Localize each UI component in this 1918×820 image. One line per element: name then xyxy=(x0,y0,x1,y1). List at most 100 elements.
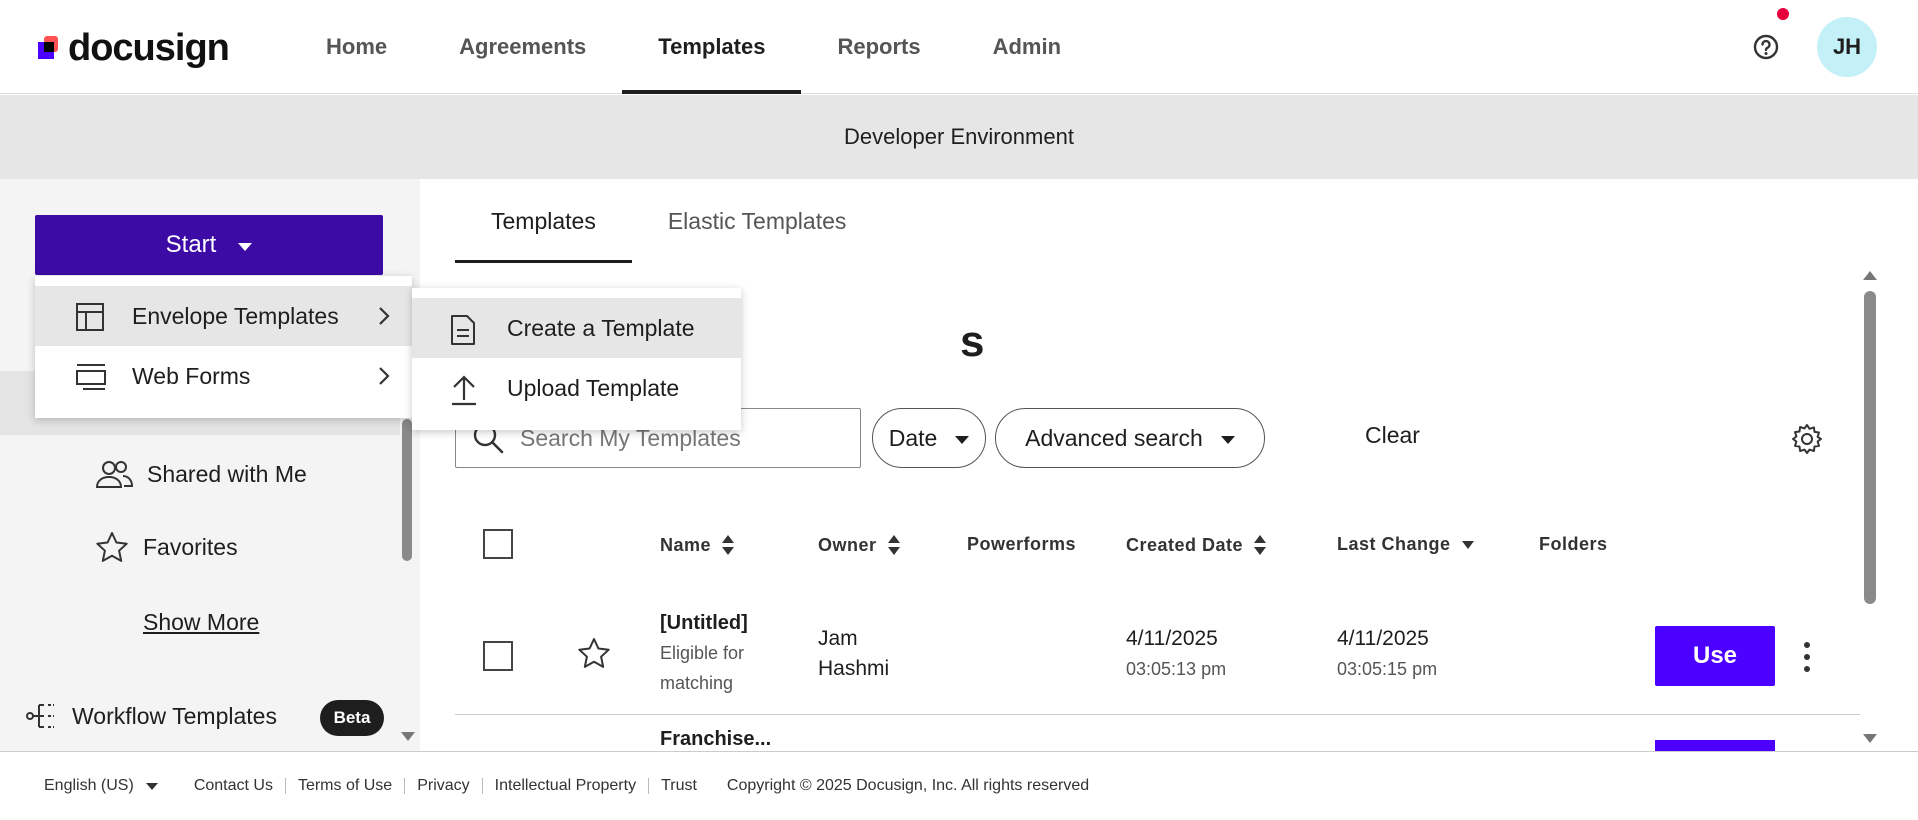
star-icon xyxy=(96,532,128,562)
main-content: Templates Elastic Templates s Date Advan… xyxy=(420,179,1918,760)
users-icon xyxy=(95,461,133,488)
copyright: Copyright © 2025 Docusign, Inc. All righ… xyxy=(726,777,1090,794)
docusign-logo-icon xyxy=(38,35,58,59)
column-header-label: Owner xyxy=(818,534,877,555)
start-button[interactable]: Start xyxy=(35,215,383,275)
created-date: 4/11/2025 xyxy=(1126,627,1218,650)
template-status-line1: Eligible for xyxy=(660,643,745,663)
tab-templates[interactable]: Templates xyxy=(455,179,632,263)
nav-home[interactable]: Home xyxy=(290,0,423,94)
workflow-icon xyxy=(26,704,54,728)
envelope-templates-submenu: Create a Template Upload Template xyxy=(412,288,741,430)
notification-dot xyxy=(1777,8,1789,20)
menu-item-create-template[interactable]: Create a Template xyxy=(412,298,741,358)
menu-item-label: Create a Template xyxy=(507,314,695,341)
template-status-line2: matching xyxy=(660,673,734,693)
user-avatar[interactable]: JH xyxy=(1817,17,1877,77)
menu-item-label: Web Forms xyxy=(132,362,251,389)
chevron-right-icon xyxy=(379,307,390,325)
caret-down-icon xyxy=(145,782,158,790)
start-menu: Envelope Templates Web Forms xyxy=(35,276,412,418)
menu-item-envelope-templates[interactable]: Envelope Templates xyxy=(35,286,412,346)
footer-link-terms[interactable]: Terms of Use xyxy=(286,778,406,794)
nav-agreements[interactable]: Agreements xyxy=(423,0,622,94)
menu-item-upload-template[interactable]: Upload Template xyxy=(412,358,741,418)
column-header-label: Powerforms xyxy=(967,534,1077,554)
menu-item-label: Envelope Templates xyxy=(132,302,339,329)
owner-first: Jam xyxy=(818,627,858,650)
sort-icon xyxy=(887,535,900,555)
sidebar-item-favorites[interactable]: Favorites xyxy=(95,531,238,563)
footer: English (US) Contact Us Terms of Use Pri… xyxy=(0,751,1918,820)
top-bar: docusign Home Agreements Templates Repor… xyxy=(0,0,1918,94)
sort-icon xyxy=(1254,535,1267,555)
column-header-label: Folders xyxy=(1539,534,1608,554)
use-template-button[interactable]: Use xyxy=(1655,626,1775,686)
sidebar-item-label: Favorites xyxy=(143,533,238,560)
column-header-label: Last Change xyxy=(1337,534,1451,554)
main-nav: Home Agreements Templates Reports Admin xyxy=(290,0,1097,94)
nav-admin[interactable]: Admin xyxy=(957,0,1097,94)
clear-button[interactable]: Clear xyxy=(1365,422,1420,449)
column-header-last-change[interactable]: Last Change xyxy=(1337,534,1475,555)
sidebar-item-workflow-templates[interactable]: Workflow Templates xyxy=(26,701,277,731)
column-header-label: Created Date xyxy=(1126,534,1244,555)
caret-down-icon xyxy=(955,435,970,444)
sort-icon xyxy=(722,535,735,555)
column-header-powerforms: Powerforms xyxy=(967,534,1076,555)
language-selector[interactable]: English (US) xyxy=(44,777,158,795)
template-name[interactable]: Franchise... xyxy=(660,728,771,751)
beta-badge: Beta xyxy=(320,700,384,736)
date-filter[interactable]: Date xyxy=(872,408,986,468)
sort-desc-icon xyxy=(1461,540,1474,549)
nav-reports[interactable]: Reports xyxy=(801,0,956,94)
sidebar-scroll-down-icon[interactable] xyxy=(401,732,415,741)
more-options-icon[interactable] xyxy=(1803,641,1811,673)
document-icon xyxy=(451,315,475,345)
sidebar: Start Shared with Me Favorites Show More… xyxy=(0,179,420,751)
star-icon[interactable] xyxy=(577,637,611,669)
menu-item-label: Upload Template xyxy=(507,374,680,401)
owner-last: Hashmi xyxy=(818,657,890,680)
show-more-link[interactable]: Show More xyxy=(143,609,259,636)
sidebar-item-label: Shared with Me xyxy=(147,460,307,487)
webform-icon xyxy=(76,364,106,390)
caret-down-icon xyxy=(1220,435,1235,444)
select-all-checkbox[interactable] xyxy=(483,529,513,559)
help-icon[interactable] xyxy=(1752,33,1780,61)
column-header-owner[interactable]: Owner xyxy=(818,534,901,556)
chevron-right-icon xyxy=(379,367,390,385)
footer-link-privacy[interactable]: Privacy xyxy=(405,778,483,794)
column-header-label: Name xyxy=(660,534,712,555)
template-name[interactable]: [Untitled] xyxy=(660,608,748,638)
main-scroll-up-icon[interactable] xyxy=(1863,271,1877,280)
gear-icon[interactable] xyxy=(1790,422,1824,456)
docusign-logo[interactable]: docusign xyxy=(38,27,230,70)
tab-elastic-templates[interactable]: Elastic Templates xyxy=(632,179,883,263)
advanced-search-label: Advanced search xyxy=(1025,424,1203,451)
footer-link-trust[interactable]: Trust xyxy=(649,778,709,794)
brand-name: docusign xyxy=(68,27,230,69)
sidebar-item-shared[interactable]: Shared with Me xyxy=(95,459,307,489)
footer-link-ip[interactable]: Intellectual Property xyxy=(483,778,650,794)
footer-link-contact[interactable]: Contact Us xyxy=(182,778,286,794)
caret-down-icon xyxy=(238,242,253,251)
page-title: s xyxy=(960,317,985,366)
last-change-date: 4/11/2025 xyxy=(1337,627,1429,650)
row-checkbox[interactable] xyxy=(483,641,513,671)
sidebar-item-label: Workflow Templates xyxy=(72,702,277,729)
date-filter-label: Date xyxy=(888,424,938,451)
column-header-name[interactable]: Name xyxy=(660,534,735,556)
last-change-time: 03:05:15 pm xyxy=(1337,659,1438,679)
nav-templates[interactable]: Templates xyxy=(622,0,802,94)
template-tabs: Templates Elastic Templates xyxy=(455,179,882,263)
main-scrollbar[interactable] xyxy=(1864,291,1876,604)
created-time: 03:05:13 pm xyxy=(1126,659,1227,679)
main-scroll-down-icon[interactable] xyxy=(1863,734,1877,743)
sidebar-scrollbar[interactable] xyxy=(402,419,412,561)
column-header-created-date[interactable]: Created Date xyxy=(1126,534,1267,556)
template-icon xyxy=(76,303,104,331)
menu-item-web-forms[interactable]: Web Forms xyxy=(35,346,412,406)
column-header-folders: Folders xyxy=(1539,534,1608,555)
advanced-search-filter[interactable]: Advanced search xyxy=(995,408,1265,468)
